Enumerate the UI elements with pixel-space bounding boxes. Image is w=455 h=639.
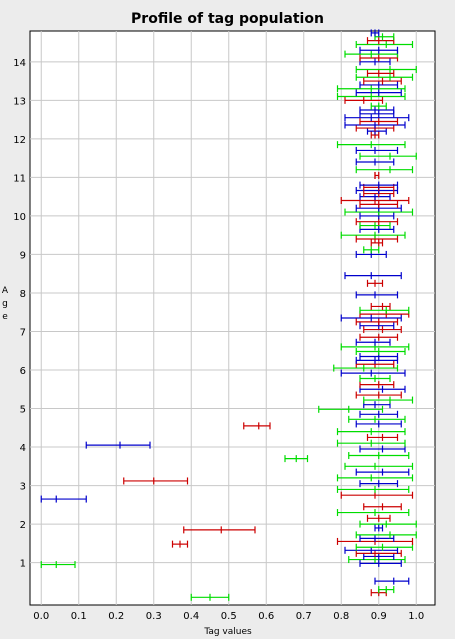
- y-tick-label: 6: [20, 366, 26, 377]
- y-tick-label: 2: [20, 520, 26, 531]
- y-tick-labels: 1234567891011121314: [13, 58, 26, 570]
- x-axis-label: Tag values: [203, 627, 252, 637]
- y-tick-label: 13: [13, 96, 26, 107]
- x-tick-label: 1.0: [408, 611, 424, 622]
- x-tick-label: 0.8: [333, 611, 349, 622]
- x-tick-label: 0.5: [221, 611, 237, 622]
- y-axis-label-char: A: [2, 286, 9, 296]
- y-tick-label: 3: [20, 482, 26, 493]
- y-axis-label-char: g: [2, 299, 8, 309]
- y-tick-label: 9: [20, 250, 26, 261]
- x-tick-label: 0.0: [33, 611, 49, 622]
- y-tick-label: 4: [20, 443, 26, 454]
- x-tick-label: 0.4: [183, 611, 199, 622]
- x-tick-label: 0.6: [258, 611, 274, 622]
- x-tick-label: 0.7: [296, 611, 312, 622]
- y-tick-label: 8: [20, 289, 26, 300]
- x-tick-label: 0.3: [146, 611, 162, 622]
- y-tick-label: 12: [13, 135, 26, 146]
- x-tick-label: 0.1: [71, 611, 87, 622]
- y-tick-label: 1: [20, 559, 26, 570]
- y-axis-label: Age: [2, 286, 9, 322]
- y-tick-label: 11: [13, 173, 26, 184]
- y-tick-label: 14: [13, 58, 26, 69]
- y-tick-label: 10: [13, 212, 26, 223]
- y-tick-label: 5: [20, 405, 26, 416]
- x-tick-labels: 0.0 0.1 0.2 0.3 0.4 0.5 0.6 0.7 0.8 0.9 1.0: [33, 611, 424, 622]
- chart-canvas: 0.0 0.1 0.2 0.3 0.4 0.5 0.6 0.7 0.8 0.9 1.0 123456…: [2, 29, 436, 637]
- x-tick-label: 0.2: [108, 611, 124, 622]
- y-tick-label: 7: [20, 327, 26, 338]
- y-axis-label-char: e: [2, 312, 8, 322]
- x-tick-label: 0.9: [371, 611, 387, 622]
